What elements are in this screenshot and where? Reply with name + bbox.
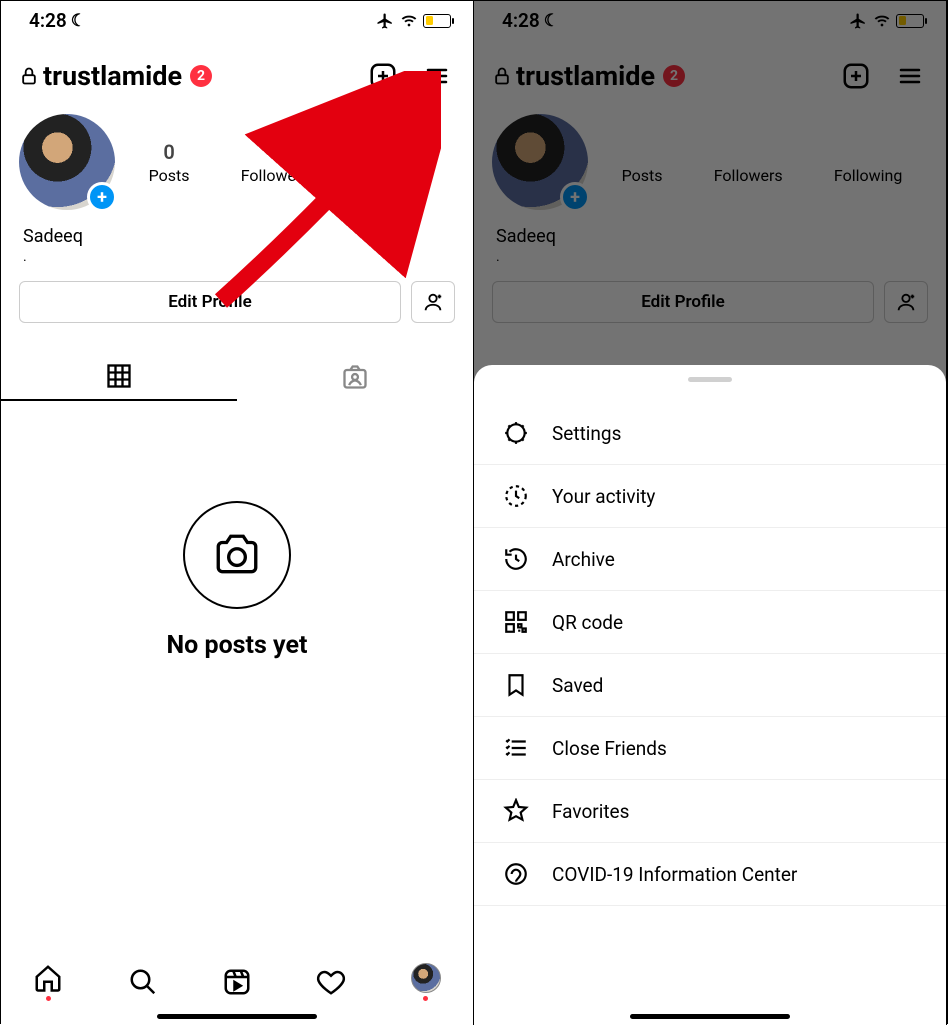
- discover-people-button[interactable]: [411, 281, 455, 323]
- menu-label: Archive: [552, 548, 615, 571]
- edit-profile-button[interactable]: Edit Profile: [19, 281, 401, 323]
- bio-dot: .: [1, 249, 473, 265]
- edit-row: Edit Profile: [1, 265, 473, 333]
- menu-label: Close Friends: [552, 737, 667, 760]
- menu-favorites[interactable]: Favorites: [474, 780, 946, 843]
- archive-icon: [502, 546, 530, 572]
- screenshot-right: 4:28 ☾ trustlamide 2 +: [474, 1, 947, 1025]
- add-story-icon[interactable]: +: [87, 182, 117, 212]
- battery-icon: [423, 14, 451, 28]
- nav-reels[interactable]: [222, 967, 252, 997]
- menu-sheet: Settings Your activity Archive QR code S…: [474, 365, 946, 1025]
- followers-stat[interactable]: Followers: [241, 140, 310, 185]
- tagged-tab[interactable]: [237, 353, 473, 401]
- settings-icon: [502, 420, 530, 446]
- nav-home-dot-icon: [46, 996, 51, 1001]
- following-count: [361, 140, 429, 164]
- wifi-icon: [399, 13, 419, 29]
- create-post-button[interactable]: [365, 58, 401, 94]
- status-bar: 4:28 ☾: [1, 1, 473, 36]
- menu-your-activity[interactable]: Your activity: [474, 465, 946, 528]
- sheet-handle-icon[interactable]: [688, 377, 732, 382]
- empty-state: No posts yet: [1, 401, 473, 660]
- saved-icon: [502, 672, 530, 698]
- menu-label: COVID-19 Information Center: [552, 863, 797, 886]
- menu-settings[interactable]: Settings: [474, 402, 946, 465]
- followers-count: [241, 140, 310, 164]
- profile-stats-row: + 0 Posts Followers Following: [1, 104, 473, 216]
- home-indicator: [630, 1014, 790, 1019]
- status-left: 4:28 ☾: [29, 9, 86, 32]
- qrcode-icon: [502, 609, 530, 635]
- hamburger-menu-button[interactable]: [419, 58, 455, 94]
- home-indicator: [157, 1014, 317, 1019]
- activity-icon: [502, 483, 530, 509]
- following-stat[interactable]: Following: [361, 140, 429, 185]
- favorites-icon: [502, 798, 530, 824]
- notification-badge: 2: [190, 65, 212, 87]
- followers-label: Followers: [241, 166, 310, 185]
- following-label: Following: [361, 166, 429, 185]
- close-friends-icon: [502, 735, 530, 761]
- covid-info-icon: [502, 861, 530, 887]
- menu-label: Saved: [552, 674, 603, 697]
- no-posts-text: No posts yet: [167, 631, 308, 660]
- menu-label: Settings: [552, 422, 621, 445]
- grid-tab[interactable]: [1, 353, 237, 401]
- menu-label: QR code: [552, 611, 623, 634]
- menu-archive[interactable]: Archive: [474, 528, 946, 591]
- lock-icon: [19, 65, 39, 87]
- posts-label: Posts: [149, 166, 190, 185]
- menu-close-friends[interactable]: Close Friends: [474, 717, 946, 780]
- nav-profile-dot-icon: [423, 996, 428, 1001]
- screenshot-left: 4:28 ☾ trustlamide 2 +: [1, 1, 474, 1025]
- camera-icon: [183, 501, 291, 609]
- posts-count: 0: [149, 140, 190, 164]
- nav-avatar-icon: [411, 963, 441, 993]
- profile-header: trustlamide 2: [1, 36, 473, 104]
- nav-home[interactable]: [33, 963, 63, 1001]
- status-right: [375, 12, 451, 30]
- menu-covid-info[interactable]: COVID-19 Information Center: [474, 843, 946, 906]
- posts-stat[interactable]: 0 Posts: [149, 140, 190, 185]
- profile-tabs: [1, 353, 473, 401]
- nav-activity[interactable]: [316, 967, 346, 997]
- username[interactable]: trustlamide: [43, 60, 182, 92]
- status-time: 4:28: [29, 9, 67, 32]
- display-name: Sadeeq: [1, 216, 473, 249]
- airplane-mode-icon: [375, 12, 395, 30]
- menu-label: Your activity: [552, 485, 655, 508]
- nav-search[interactable]: [128, 967, 158, 997]
- stats: 0 Posts Followers Following: [123, 140, 455, 185]
- do-not-disturb-icon: ☾: [71, 11, 86, 31]
- menu-qr-code[interactable]: QR code: [474, 591, 946, 654]
- avatar-container[interactable]: +: [19, 114, 115, 210]
- menu-label: Favorites: [552, 800, 629, 823]
- menu-saved[interactable]: Saved: [474, 654, 946, 717]
- nav-profile[interactable]: [411, 963, 441, 1001]
